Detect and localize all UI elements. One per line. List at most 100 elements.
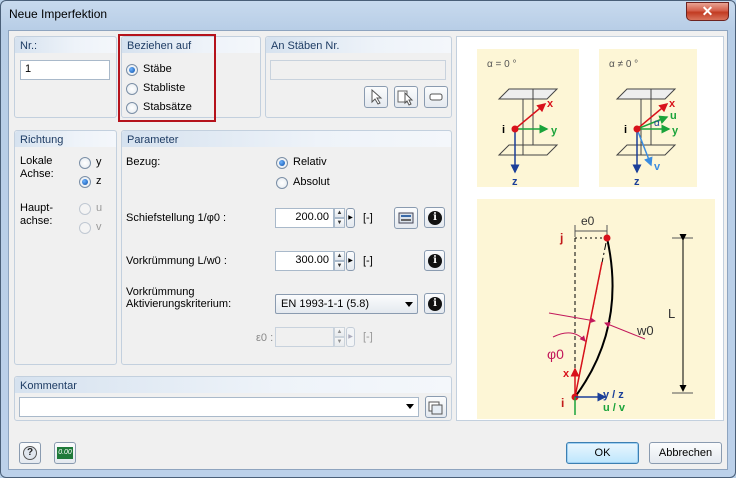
an-staeben-group: An Stäben Nr. [265, 36, 452, 118]
an-staeben-label: An Stäben Nr. [266, 37, 451, 53]
label-z-right: z [634, 176, 640, 188]
kommentar-label: Kommentar [15, 377, 451, 393]
radio-axis-v[interactable] [79, 222, 91, 234]
aktivierung-label-1: Vorkrümmung [126, 286, 195, 298]
richtung-group: Richtung Lokale Achse: y z Haupt- achse:… [14, 130, 117, 365]
title-bar[interactable]: Neue Imperfektion ✕ [1, 1, 735, 29]
label-x-right: x [669, 98, 676, 110]
aktivierung-info-button[interactable]: i [424, 293, 445, 314]
highlight-box [118, 34, 216, 122]
select-members-button[interactable] [394, 86, 418, 108]
bezug-label: Bezug: [126, 156, 161, 168]
label-j: j [559, 231, 563, 245]
imperfection-diagram: α = 0 ° α ≠ 0 ° i x y z i x u y α z v e0… [456, 36, 724, 421]
label-u-right: u [670, 110, 677, 122]
schiefstellung-spinner[interactable]: ▲ ▼ [334, 208, 345, 228]
calculate-button[interactable] [394, 207, 418, 229]
lokale-achse-label-1: Lokale [20, 155, 53, 167]
epsilon-unit: [-] [363, 331, 373, 343]
hauptachse-label-2: achse: [20, 215, 53, 227]
vorkruemmung-unit: [-] [363, 255, 373, 267]
hauptachse-label-1: Haupt- [20, 202, 54, 214]
schiefstellung-arrow-button[interactable]: ▶ [346, 208, 355, 228]
label-yz: y / z [603, 389, 624, 401]
label-i-right: i [624, 124, 627, 136]
schiefstellung-info-button[interactable]: i [424, 207, 445, 228]
aktivierung-value: EN 1993-1-1 (5.8) [281, 298, 370, 310]
kommentar-library-button[interactable] [425, 396, 447, 418]
parameter-group: Parameter Bezug: Relativ Absolut Schiefs… [121, 130, 452, 365]
info-icon: i [428, 211, 442, 225]
radio-absolut-label: Absolut [293, 176, 330, 188]
chevron-down-icon [405, 302, 413, 307]
radio-axis-u-label: u [96, 202, 103, 214]
vorkruemmung-input[interactable]: 300.00 [275, 251, 334, 271]
pointer-icon [371, 88, 383, 105]
schiefstellung-input[interactable]: 200.00 [275, 208, 334, 228]
label-x-left: x [547, 98, 554, 110]
info-icon: i [428, 297, 442, 311]
schiefstellung-unit: [-] [363, 212, 373, 224]
vorkruemmung-spinner[interactable]: ▲ ▼ [334, 251, 345, 271]
copy-icon [428, 401, 443, 415]
node-i-right [633, 125, 641, 133]
units-button[interactable]: 0.00 [54, 442, 76, 464]
node-i-left [511, 125, 519, 133]
radio-axis-y[interactable] [79, 157, 91, 169]
info-icon: i [428, 254, 442, 268]
kommentar-input[interactable] [19, 397, 419, 417]
aktivierung-label-2: Aktivierungskriterium: [126, 298, 232, 310]
epsilon-label: ε0 : [256, 332, 274, 344]
label-phi0: φ0 [547, 346, 564, 362]
label-w0: w0 [636, 323, 654, 338]
nr-group: Nr.: 1 [14, 36, 117, 118]
radio-axis-u[interactable] [79, 203, 91, 215]
kommentar-group: Kommentar [14, 376, 452, 421]
epsilon-arrow-button[interactable]: ▶ [346, 327, 355, 347]
label-z-left: z [512, 176, 518, 188]
lokale-achse-label-2: Achse: [20, 168, 54, 180]
richtung-label: Richtung [15, 131, 116, 147]
label-L: L [668, 306, 675, 321]
epsilon-input[interactable] [275, 327, 334, 347]
label-i-bottom: i [561, 396, 564, 410]
cancel-button[interactable]: Abbrechen [649, 442, 722, 464]
alpha-ne-label: α ≠ 0 ° [609, 59, 638, 70]
vorkruemmung-arrow-button[interactable]: ▶ [346, 251, 355, 271]
vorkruemmung-info-button[interactable]: i [424, 250, 445, 271]
ok-button[interactable]: OK [566, 442, 639, 464]
radio-relativ[interactable] [276, 157, 288, 169]
window-title: Neue Imperfektion [9, 7, 108, 21]
radio-relativ-label: Relativ [293, 156, 327, 168]
dialog-client: Nr.: 1 Beziehen auf Stäbe Stabliste Stab… [8, 30, 728, 470]
aktivierung-dropdown[interactable]: EN 1993-1-1 (5.8) [275, 294, 418, 314]
vorkruemmung-label: Vorkrümmung L/w0 : [126, 255, 227, 267]
multi-pointer-icon [397, 90, 414, 106]
alpha0-label: α = 0 ° [487, 59, 517, 70]
label-v-right: v [654, 161, 661, 173]
pick-member-button[interactable] [364, 86, 388, 108]
radio-axis-y-label: y [96, 156, 102, 168]
label-i-left: i [502, 124, 505, 136]
nr-input[interactable]: 1 [20, 60, 110, 80]
eraser-icon [429, 93, 443, 101]
radio-axis-z[interactable] [79, 176, 91, 188]
schiefstellung-label: Schiefstellung 1/φ0 : [126, 212, 227, 224]
parameter-label: Parameter [122, 131, 451, 147]
label-e0: e0 [581, 214, 595, 228]
label-x-bottom: x [563, 368, 570, 380]
epsilon-spinner[interactable]: ▲ ▼ [334, 327, 345, 347]
close-button[interactable]: ✕ [686, 2, 729, 21]
help-button[interactable]: ? [19, 442, 41, 464]
help-icon: ? [23, 446, 37, 460]
an-staeben-input[interactable] [270, 60, 446, 80]
clear-selection-button[interactable] [424, 86, 448, 108]
label-alpha: α [654, 118, 660, 129]
label-uv: u / v [603, 402, 626, 414]
decimal-icon: 0.00 [57, 447, 73, 459]
radio-absolut[interactable] [276, 177, 288, 189]
radio-axis-v-label: v [96, 221, 102, 233]
calculator-icon [398, 212, 414, 224]
label-y-right: y [672, 125, 679, 137]
label-y-left: y [551, 125, 558, 137]
